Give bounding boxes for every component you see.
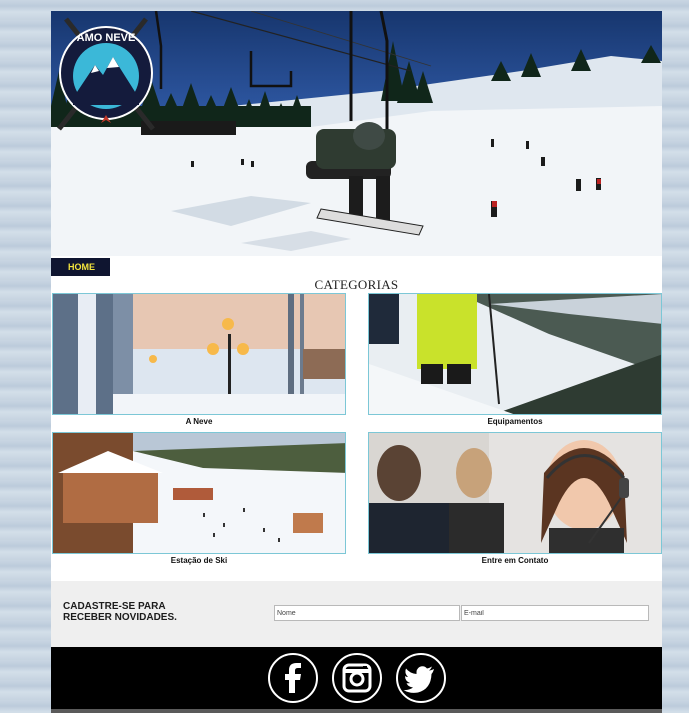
- category-caption-estacao-de-ski[interactable]: Estação de Ski: [52, 556, 346, 565]
- nav-home-button[interactable]: HOME: [51, 258, 110, 276]
- twitter-link[interactable]: [396, 653, 446, 703]
- newsletter-line-1: CADASTRE-SE PARA: [63, 601, 166, 612]
- snow-streetlamp-image: [53, 294, 345, 414]
- ski-boots-image: [369, 294, 661, 414]
- instagram-icon: [342, 663, 372, 693]
- newsletter-line-2: RECEBER NOVIDADES.: [63, 612, 177, 623]
- categories-heading: CATEGORIAS: [314, 277, 399, 292]
- page-container: AMO NEVE HOME CATEGORIAS A Neve Equipame…: [51, 11, 662, 713]
- main-nav: HOME: [51, 257, 662, 276]
- hero-banner: AMO NEVE: [51, 11, 662, 256]
- category-caption-equipamentos[interactable]: Equipamentos: [368, 417, 662, 426]
- customer-support-image: [369, 433, 661, 553]
- footer-bottom-strip: [51, 709, 662, 713]
- footer: [51, 647, 662, 713]
- facebook-icon: [285, 663, 301, 693]
- category-caption-entre-em-contato[interactable]: Entre em Contato: [368, 556, 662, 565]
- newsletter-section: CADASTRE-SE PARA RECEBER NOVIDADES.: [51, 581, 662, 647]
- category-card-equipamentos[interactable]: [368, 293, 662, 415]
- category-card-entre-em-contato[interactable]: [368, 432, 662, 554]
- amo-neve-logo[interactable]: AMO NEVE: [51, 11, 161, 136]
- newsletter-heading: CADASTRE-SE PARA RECEBER NOVIDADES.: [63, 601, 203, 623]
- facebook-link[interactable]: [268, 653, 318, 703]
- ski-resort-image: [53, 433, 345, 553]
- name-input[interactable]: [274, 605, 460, 621]
- category-card-a-neve[interactable]: [52, 293, 346, 415]
- email-input[interactable]: [461, 605, 649, 621]
- category-caption-a-neve[interactable]: A Neve: [52, 417, 346, 426]
- twitter-icon: [403, 666, 434, 693]
- instagram-link[interactable]: [332, 653, 382, 703]
- logo-text: AMO NEVE: [77, 32, 136, 44]
- category-card-estacao-de-ski[interactable]: [52, 432, 346, 554]
